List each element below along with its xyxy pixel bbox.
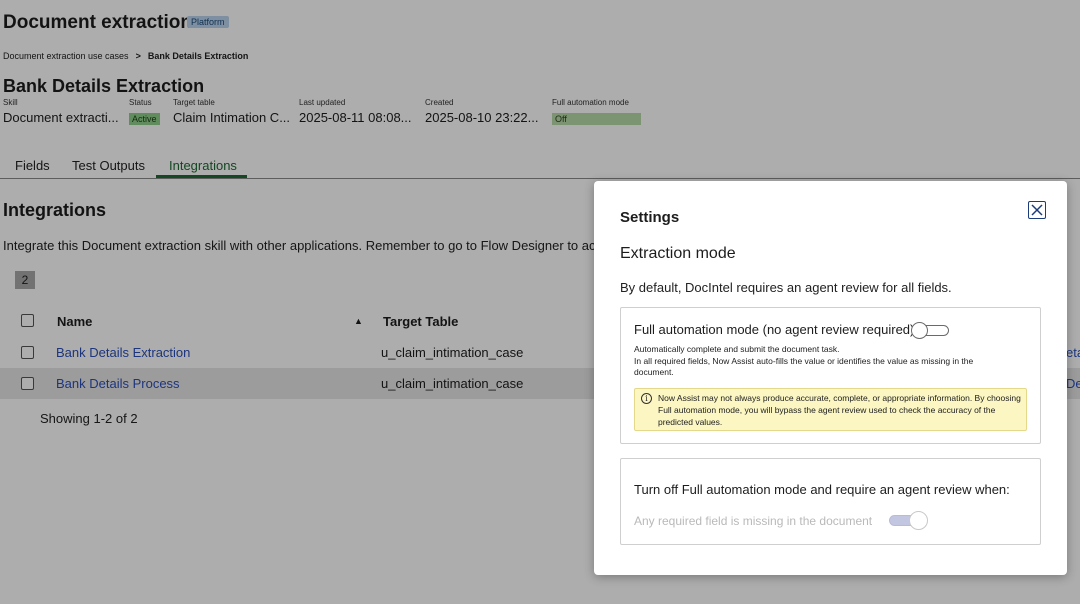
help-line-2: In all required fields, Now Assist auto-…	[634, 355, 974, 378]
close-icon	[1031, 204, 1043, 216]
full-automation-help: Automatically complete and submit the do…	[634, 344, 1004, 379]
turn-off-conditions-card: Turn off Full automation mode and requir…	[620, 458, 1041, 545]
warning-banner: i Now Assist may not always produce accu…	[634, 388, 1027, 431]
warning-text: Now Assist may not always produce accura…	[658, 393, 1021, 427]
toggle-knob	[909, 511, 928, 530]
toggle-knob	[911, 322, 928, 339]
close-button[interactable]	[1028, 201, 1046, 219]
full-automation-card: Full automation mode (no agent review re…	[620, 307, 1041, 444]
info-icon: i	[641, 393, 652, 404]
modal-title: Settings	[620, 209, 680, 226]
full-automation-title: Full automation mode (no agent review re…	[634, 322, 915, 337]
missing-field-toggle[interactable]	[889, 511, 929, 530]
settings-modal: Settings Extraction mode By default, Doc…	[594, 181, 1067, 575]
turn-off-title: Turn off Full automation mode and requir…	[634, 482, 1010, 497]
help-line-1: Automatically complete and submit the do…	[634, 344, 840, 354]
missing-field-option-label: Any required field is missing in the doc…	[634, 514, 873, 528]
full-automation-toggle[interactable]	[911, 322, 949, 339]
extraction-mode-description: By default, DocIntel requires an agent r…	[620, 280, 952, 295]
extraction-mode-title: Extraction mode	[620, 245, 736, 262]
